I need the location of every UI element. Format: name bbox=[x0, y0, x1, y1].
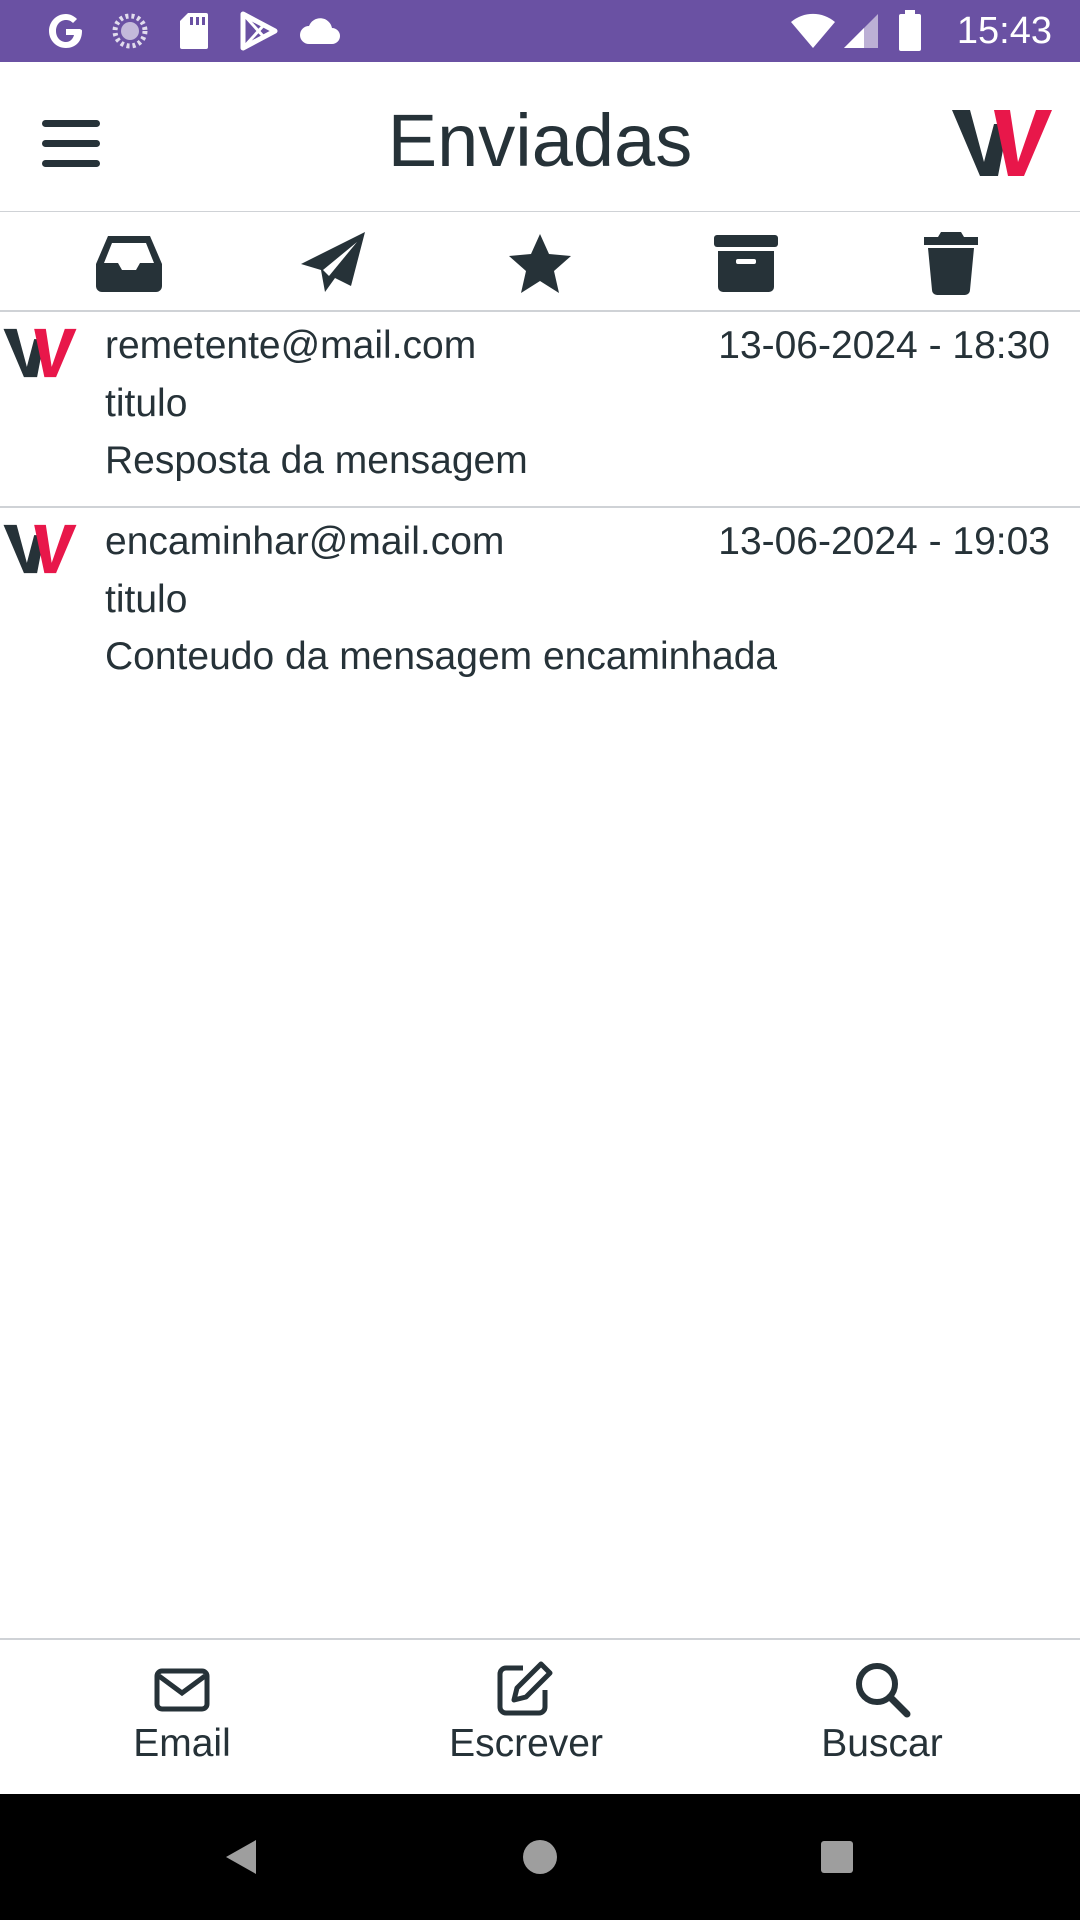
message-row[interactable]: encaminhar@mail.com 13-06-2024 - 19:03 t… bbox=[0, 508, 1080, 702]
message-sender: encaminhar@mail.com bbox=[105, 520, 505, 563]
back-button[interactable] bbox=[201, 1824, 281, 1890]
folder-sent-button[interactable] bbox=[294, 226, 374, 300]
home-button[interactable] bbox=[500, 1824, 580, 1890]
signal-icon bbox=[842, 0, 880, 62]
tab-search[interactable]: Buscar bbox=[732, 1640, 1032, 1796]
sender-avatar bbox=[2, 326, 78, 380]
compose-icon bbox=[376, 1660, 676, 1716]
star-icon bbox=[509, 234, 571, 293]
inbox-icon bbox=[96, 236, 162, 292]
envelope-icon bbox=[32, 1660, 332, 1716]
message-sender: remetente@mail.com bbox=[105, 324, 477, 367]
message-date: 13-06-2024 - 19:03 bbox=[718, 520, 1050, 563]
clock: 15:43 bbox=[956, 10, 1052, 52]
play-store-icon bbox=[238, 0, 280, 62]
status-bar: 15:43 bbox=[0, 0, 1080, 62]
page-title: Enviadas bbox=[387, 99, 693, 182]
sd-card-icon bbox=[178, 0, 210, 62]
message-preview: Resposta da mensagem bbox=[105, 439, 528, 482]
tab-label: Buscar bbox=[821, 1722, 943, 1765]
sync-icon bbox=[110, 0, 150, 62]
w-logo bbox=[950, 106, 1054, 180]
paper-plane-icon bbox=[301, 232, 365, 292]
folder-toolbar bbox=[0, 212, 1080, 312]
tab-email[interactable]: Email bbox=[32, 1640, 332, 1796]
app-header: Enviadas bbox=[0, 62, 1080, 213]
message-preview: Conteudo da mensagem encaminhada bbox=[105, 635, 778, 678]
wifi-icon bbox=[790, 0, 836, 62]
folder-archive-button[interactable] bbox=[706, 226, 786, 300]
battery-icon bbox=[898, 0, 922, 62]
folder-starred-button[interactable] bbox=[500, 226, 580, 300]
recents-icon bbox=[821, 1841, 853, 1873]
home-icon bbox=[523, 1840, 557, 1874]
folder-inbox-button[interactable] bbox=[89, 226, 169, 300]
sender-avatar bbox=[2, 522, 78, 576]
bottom-tab-bar: Email Escrever Buscar bbox=[0, 1638, 1080, 1796]
trash-icon bbox=[924, 232, 978, 295]
folder-trash-button[interactable] bbox=[911, 226, 991, 300]
recents-button[interactable] bbox=[797, 1824, 877, 1890]
message-subject: titulo bbox=[105, 382, 188, 425]
search-icon bbox=[732, 1660, 1032, 1718]
tab-label: Escrever bbox=[449, 1722, 603, 1765]
tab-label: Email bbox=[133, 1722, 231, 1765]
archive-icon bbox=[714, 235, 778, 292]
cloud-icon bbox=[298, 0, 342, 62]
message-row[interactable]: remetente@mail.com 13-06-2024 - 18:30 ti… bbox=[0, 312, 1080, 508]
message-subject: titulo bbox=[105, 578, 188, 621]
message-date: 13-06-2024 - 18:30 bbox=[718, 324, 1050, 367]
system-navigation-bar bbox=[0, 1794, 1080, 1920]
back-icon bbox=[226, 1840, 256, 1874]
google-icon bbox=[46, 0, 86, 62]
tab-compose[interactable]: Escrever bbox=[376, 1640, 676, 1796]
